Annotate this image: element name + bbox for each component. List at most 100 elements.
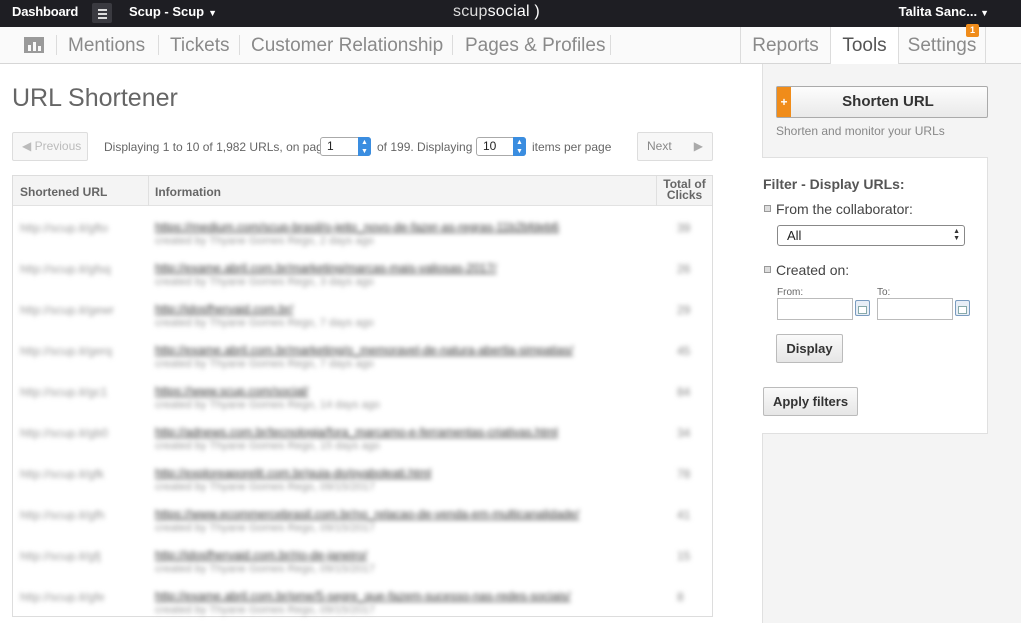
header-information[interactable]: Information bbox=[149, 176, 657, 206]
created-by-text: created by Thyane Gomes Rego, 15 days ag… bbox=[155, 440, 380, 452]
original-url-link[interactable]: http://exame.abril.com.br/pme/5-segre_qu… bbox=[155, 589, 571, 603]
page-title: URL Shortener bbox=[12, 84, 178, 112]
page-number-value: 1 bbox=[327, 139, 334, 153]
shortened-url-link[interactable]: http://scup.it/gc1 bbox=[20, 385, 107, 399]
original-url-link[interactable]: http://exame.abril.com.br/marketing/marc… bbox=[155, 261, 496, 275]
created-by-text: created by Thyane Gomes Rego, 09/15/2017 bbox=[155, 522, 375, 534]
clicks-count: 78 bbox=[677, 467, 691, 481]
nav-divider bbox=[610, 35, 611, 55]
apply-filters-button[interactable]: Apply filters bbox=[763, 387, 858, 416]
table-header: Shortened URL Information Total of Click… bbox=[13, 176, 712, 206]
caret-down-icon: ▼ bbox=[980, 8, 989, 18]
user-name: Talita Sanc... bbox=[898, 4, 978, 19]
nav-divider bbox=[56, 35, 57, 55]
original-url-link[interactable]: https://medium.com/scup-brasil/o-jeito_n… bbox=[155, 220, 559, 234]
dashboard-link[interactable]: Dashboard bbox=[12, 4, 78, 19]
per-page-value: 10 bbox=[483, 139, 497, 153]
nav-reports[interactable]: Reports bbox=[740, 27, 830, 64]
from-date-input[interactable] bbox=[777, 298, 853, 320]
spinner-arrows-icon: ▲ ▼ bbox=[513, 137, 526, 156]
plus-icon: + bbox=[777, 87, 791, 117]
created-by-text: created by Thyane Gomes Rego, 3 days ago bbox=[155, 276, 374, 288]
account-name: Scup - Scup bbox=[129, 4, 205, 19]
to-label: To: bbox=[877, 287, 891, 298]
shortened-url-link[interactable]: http://scup.it/gfto bbox=[20, 221, 108, 235]
per-page-suffix: items per page bbox=[532, 140, 612, 154]
original-url-link[interactable]: http://exploreaporelit.com.br/guia-do/py… bbox=[155, 466, 431, 480]
clicks-count: 8 bbox=[677, 590, 684, 604]
shortened-url-link[interactable]: http://scup.it/gfk bbox=[20, 467, 104, 481]
clicks-count: 45 bbox=[677, 344, 691, 358]
nav-tickets[interactable]: Tickets bbox=[170, 35, 229, 57]
of-pages-text: of 199. Displaying bbox=[377, 140, 473, 154]
spinner-arrows-icon: ▲ ▼ bbox=[358, 137, 371, 156]
table-row: http://scup.it/gfk http://exploreaporelit… bbox=[13, 459, 712, 500]
created-by-text: created by Thyane Gomes Rego, 14 days ag… bbox=[155, 399, 380, 411]
page-number-select[interactable]: 1 ▲ ▼ bbox=[320, 137, 371, 156]
shortened-url-link[interactable]: http://scup.it/gerq bbox=[20, 344, 112, 358]
header-total-clicks[interactable]: Total of Clicks bbox=[657, 176, 712, 206]
original-url-link[interactable]: http://adnews.com.br/tecnologia/fora_mar… bbox=[155, 425, 558, 439]
created-by-text: created by Thyane Gomes Rego, 09/15/2017 bbox=[155, 604, 375, 616]
shorten-description: Shorten and monitor your URLs bbox=[776, 124, 945, 138]
shortened-url-link[interactable]: http://scup.it/gb0 bbox=[20, 426, 108, 440]
created-by-text: created by Thyane Gomes Rego, 7 days ago bbox=[155, 317, 374, 329]
logo-text-light: scup bbox=[453, 3, 488, 20]
next-label: Next bbox=[647, 139, 672, 153]
collaborator-value: All bbox=[787, 228, 802, 243]
table-row: http://scup.it/gfsq http://exame.abril.co… bbox=[13, 254, 712, 295]
table-row: http://scup.it/gfe http://exame.abril.com… bbox=[13, 582, 712, 623]
shorten-url-button[interactable]: + Shorten URL bbox=[776, 86, 988, 118]
collapse-icon[interactable] bbox=[764, 266, 771, 273]
collaborator-select[interactable]: All ▲ ▼ bbox=[777, 225, 965, 246]
table-row: http://scup.it/gc1 https://www.scup.com/s… bbox=[13, 377, 712, 418]
top-bar: Dashboard Scup - Scup ▼ scupsocial ) Tali… bbox=[0, 0, 1021, 27]
nav-pages-profiles[interactable]: Pages & Profiles bbox=[465, 35, 605, 57]
collaborator-label: From the collaborator: bbox=[776, 201, 913, 217]
nav-divider bbox=[239, 35, 240, 55]
to-date-input[interactable] bbox=[877, 298, 953, 320]
main-nav: Mentions Tickets Customer Relationship P… bbox=[0, 27, 1021, 65]
per-page-select[interactable]: 10 ▲ ▼ bbox=[476, 137, 526, 156]
original-url-link[interactable]: http://exame.abril.com.br/marketing/o_me… bbox=[155, 343, 573, 357]
scup-logo[interactable]: scupsocial ) bbox=[453, 3, 540, 21]
original-url-link[interactable]: https://www.scup.com/social/ bbox=[155, 384, 308, 398]
shortened-url-link[interactable]: http://scup.it/gewr bbox=[20, 303, 114, 317]
pagination-bar: ◀ Previous Displaying 1 to 10 of 1,982 U… bbox=[12, 132, 713, 161]
nav-tools[interactable]: Tools bbox=[830, 27, 898, 65]
from-label: From: bbox=[777, 287, 804, 298]
nav-divider bbox=[158, 35, 159, 55]
chart-icon[interactable] bbox=[24, 37, 44, 53]
original-url-link[interactable]: http://idosfhervaid.com.br/rio-de-janeir… bbox=[155, 548, 367, 562]
account-selector[interactable]: Scup - Scup ▼ bbox=[129, 4, 217, 19]
filter-title: Filter - Display URLs: bbox=[763, 176, 905, 192]
urls-table: Shortened URL Information Total of Click… bbox=[12, 175, 713, 617]
shortened-url-link[interactable]: http://scup.it/gfsq bbox=[20, 262, 111, 276]
nav-customer-relationship[interactable]: Customer Relationship bbox=[251, 35, 443, 57]
clicks-count: 29 bbox=[677, 303, 691, 317]
menu-icon[interactable] bbox=[92, 3, 112, 23]
collapse-icon[interactable] bbox=[764, 205, 771, 212]
clicks-count: 41 bbox=[677, 508, 691, 522]
logo-mark: ) bbox=[534, 3, 540, 20]
display-button[interactable]: Display bbox=[776, 334, 843, 363]
calendar-icon[interactable] bbox=[855, 300, 870, 316]
clicks-count: 39 bbox=[677, 221, 691, 235]
nav-divider bbox=[452, 35, 453, 55]
user-menu[interactable]: Talita Sanc... ▼ bbox=[899, 4, 989, 19]
header-shortened-url[interactable]: Shortened URL bbox=[13, 176, 149, 206]
nav-mentions[interactable]: Mentions bbox=[68, 35, 145, 57]
shortened-url-link[interactable]: http://scup.it/gfe bbox=[20, 590, 105, 604]
shortened-url-link[interactable]: http://scup.it/gfj bbox=[20, 549, 101, 563]
clicks-count: 84 bbox=[677, 385, 691, 399]
original-url-link[interactable]: https://www.ecommercebrasil.com.br/no_re… bbox=[155, 507, 579, 521]
original-url-link[interactable]: http://idosfhervaid.com.br/ bbox=[155, 302, 293, 316]
shortened-url-link[interactable]: http://scup.it/gfh bbox=[20, 508, 105, 522]
previous-button[interactable]: ◀ Previous bbox=[12, 132, 88, 161]
prev-arrow-icon: ◀ bbox=[22, 139, 35, 153]
created-by-text: created by Thyane Gomes Rego, 2 days ago bbox=[155, 235, 374, 247]
calendar-icon[interactable] bbox=[955, 300, 970, 316]
clicks-count: 15 bbox=[677, 549, 691, 563]
next-button[interactable]: Next ▶ bbox=[637, 132, 713, 161]
next-arrow-icon: ▶ bbox=[693, 139, 703, 153]
